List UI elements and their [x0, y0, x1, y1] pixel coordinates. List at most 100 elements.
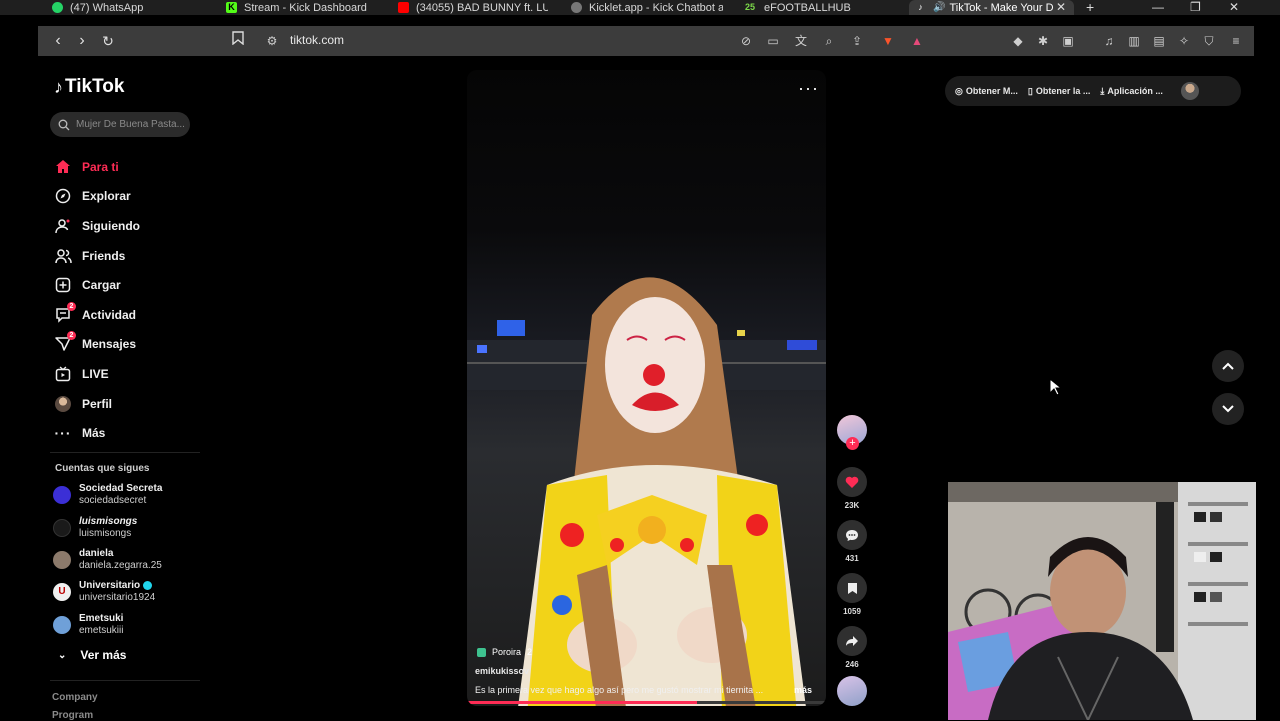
forward-icon[interactable]: › [72, 31, 92, 51]
menu-item-mensajes[interactable]: 2 Mensajes [54, 330, 204, 360]
media-icon[interactable]: ♫ [1101, 33, 1117, 49]
menu-icon[interactable]: ≡ [1228, 33, 1244, 49]
sidebar-icon[interactable]: ▥ [1126, 33, 1142, 49]
description-more-link[interactable]: más [794, 685, 812, 695]
address-bar[interactable]: tiktok.com [290, 33, 344, 47]
sound-avatar [837, 676, 867, 706]
menu-item-explorar[interactable]: Explorar [54, 182, 204, 212]
following-account[interactable]: U Universitario universitario1924 [53, 578, 213, 606]
account-handle: sociedadsecret [79, 495, 147, 506]
vpn-icon[interactable]: ⛉ [1201, 33, 1217, 49]
messages-badge: 2 [67, 331, 76, 341]
save-button[interactable]: 1059 [836, 573, 868, 616]
tab-tiktok[interactable]: ♪ 🔊 TikTok - Make Your D [909, 0, 1074, 15]
cast-icon[interactable]: ▭ [765, 33, 781, 49]
creator-avatar: + [837, 415, 867, 450]
following-account[interactable]: Emetsuki emetsukiii [53, 611, 213, 639]
user-avatar[interactable] [1180, 82, 1199, 100]
brave-rewards-icon[interactable]: ▲ [909, 33, 925, 49]
following-account[interactable]: daniela daniela.zegarra.25 [53, 546, 213, 574]
share-arrow-icon [837, 626, 867, 656]
share-icon[interactable]: ⇪ [849, 33, 865, 49]
activity-badge: 2 [67, 301, 76, 311]
like-button[interactable]: 23K [836, 467, 868, 510]
video-description: Es la primera vez que hago algo así pero… [475, 685, 764, 695]
get-coins-button[interactable]: ◎ Obtener M... [955, 86, 1018, 97]
new-tab-icon[interactable]: + [1086, 0, 1094, 15]
menu-item-perfil[interactable]: Perfil [54, 389, 204, 419]
desktop-app-button[interactable]: ⤓ Aplicación ... [1100, 86, 1163, 97]
tab-kicklet[interactable]: Kicklet.app - Kick Chatbot an [571, 0, 723, 15]
wallet-icon[interactable]: ▤ [1151, 33, 1167, 49]
video-progress-bar[interactable] [467, 701, 826, 704]
next-video-button[interactable] [1212, 393, 1244, 425]
get-app-button[interactable]: ▯ Obtener la ... [1028, 86, 1090, 97]
video-player[interactable]: ··· Poroira 2 emikukissov Es la primera … [467, 70, 826, 706]
following-account[interactable]: Sociedad Secreta sociedadsecret [53, 481, 213, 509]
close-tab-icon[interactable]: ✕ [1056, 0, 1066, 15]
site-settings-icon[interactable]: ⚙ [264, 33, 280, 49]
menu-item-friends[interactable]: Friends [54, 241, 204, 271]
kicklet-icon [571, 2, 582, 13]
video-author[interactable]: emikukissov [475, 666, 529, 676]
comment-button[interactable]: 431 [836, 520, 868, 563]
music-label: Poroira [492, 647, 522, 657]
footer-program[interactable]: Program [52, 710, 93, 721]
minimize-icon[interactable]: — [1152, 0, 1164, 15]
restore-icon[interactable]: ❐ [1190, 0, 1201, 15]
efootballhub-icon: 25 [744, 2, 755, 12]
footer-company[interactable]: Company [52, 692, 98, 703]
tab-title: (34055) BAD BUNNY ft. LUAR [416, 1, 548, 14]
tab-kick-dashboard[interactable]: K Stream - Kick Dashboard [226, 0, 386, 15]
account-handle: universitario1924 [79, 592, 156, 603]
previous-video-button[interactable] [1212, 350, 1244, 382]
search-input[interactable]: Mujer De Buena Pasta... [50, 112, 190, 137]
brave-shield-icon[interactable]: ▼ [880, 33, 896, 49]
more-icon: ··· [54, 425, 72, 442]
see-more-label: Ver más [80, 648, 127, 662]
close-window-icon[interactable]: ✕ [1229, 0, 1239, 15]
account-handle: luismisongs [79, 528, 132, 539]
menu-item-mas[interactable]: ··· Más [54, 418, 204, 448]
screenshot-icon[interactable]: ▣ [1060, 33, 1076, 49]
menu-item-cargar[interactable]: Cargar [54, 270, 204, 300]
back-icon[interactable]: ‹ [48, 31, 68, 51]
extensions-icon[interactable]: ✱ [1035, 33, 1051, 49]
account-handle: emetsukiii [79, 625, 124, 636]
reload-icon[interactable]: ↻ [98, 31, 118, 51]
more-options-icon[interactable]: ··· [798, 78, 819, 99]
following-account[interactable]: luismisongs luismisongs [53, 514, 213, 542]
zoom-icon[interactable]: ⌕ [821, 33, 837, 49]
search-icon [58, 119, 70, 130]
no-camera-icon[interactable]: ⊘ [738, 33, 754, 49]
home-icon [54, 158, 72, 176]
tab-whatsapp[interactable]: (47) WhatsApp [52, 0, 212, 15]
menu-item-para-ti[interactable]: Para ti [54, 152, 204, 182]
share-button[interactable]: 246 [836, 626, 868, 669]
tiktok-note-icon: ♪ [54, 76, 63, 97]
menu-item-actividad[interactable]: 2 Actividad [54, 300, 204, 330]
menu-item-siguiendo[interactable]: Siguiendo [54, 211, 204, 241]
sound-avatar-button[interactable] [836, 676, 868, 706]
tiktok-logo[interactable]: ♪ TikTok [54, 76, 124, 98]
menu-item-live[interactable]: LIVE [54, 359, 204, 389]
bookmark-icon[interactable] [228, 31, 248, 51]
comment-icon [837, 520, 867, 550]
menu-label: Mensajes [82, 337, 137, 352]
leo-ai-icon[interactable]: ✧ [1176, 33, 1192, 49]
diamond-icon[interactable]: ◆ [1010, 33, 1026, 49]
activity-icon: 2 [54, 301, 76, 324]
tab-efootballhub[interactable]: 25 eFOOTBALLHUB [743, 0, 883, 15]
creator-avatar-button[interactable]: + [836, 415, 868, 450]
account-name: Emetsuki [79, 613, 124, 624]
tab-youtube[interactable]: (34055) BAD BUNNY ft. LUAR [398, 0, 548, 15]
music-tag[interactable]: Poroira 2 [477, 647, 532, 657]
translate-icon[interactable]: 文 [793, 33, 809, 49]
account-name: luismisongs [79, 516, 138, 527]
menu-label: Actividad [82, 307, 137, 322]
see-more-button[interactable]: ⌄ Ver más [58, 648, 126, 662]
comment-count: 431 [845, 554, 859, 563]
tab-title: eFOOTBALLHUB [764, 1, 851, 14]
menu-label: Más [82, 426, 106, 441]
account-avatar: U [53, 583, 71, 601]
